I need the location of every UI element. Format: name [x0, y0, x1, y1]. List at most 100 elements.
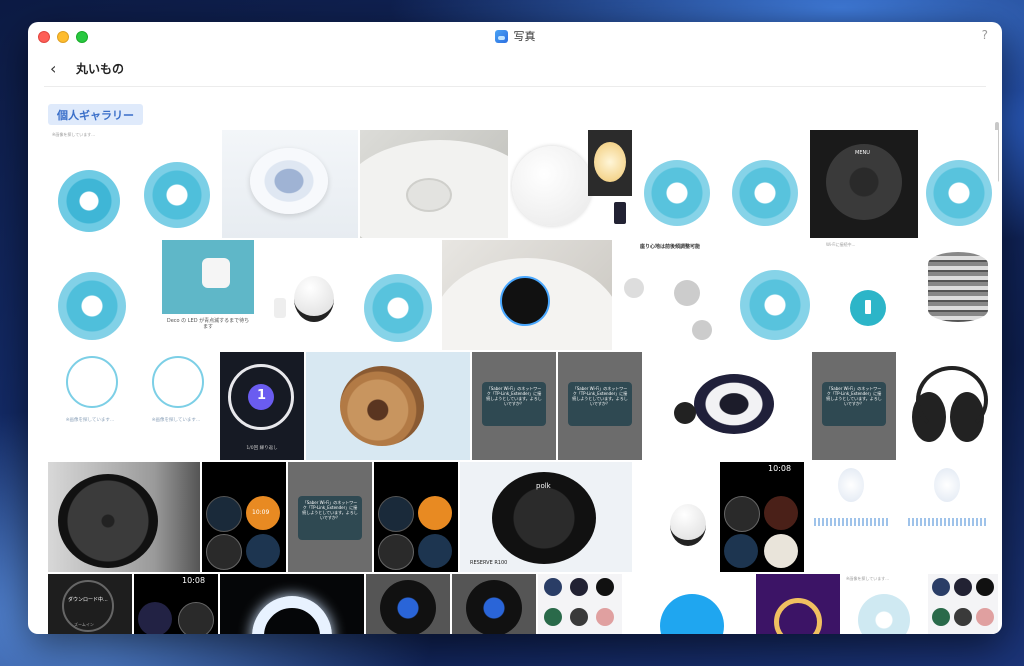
photo-tile[interactable]	[48, 240, 134, 350]
navigation-bar: ‹ 丸いもの	[44, 50, 986, 87]
photo-tile[interactable]: 1 1/0回 繰り返し	[220, 352, 304, 460]
watch-face	[544, 578, 562, 596]
photos-app-icon	[494, 29, 508, 43]
photo-tile[interactable]: ※画像を探しています...	[48, 352, 132, 460]
joystick	[674, 402, 696, 424]
deco-router	[202, 258, 230, 288]
headband	[916, 366, 988, 434]
help-button[interactable]: ?	[982, 28, 988, 42]
photo-tile[interactable]	[366, 574, 450, 634]
download-label: ダウンロード中...	[68, 597, 108, 603]
window-title-text: 写真	[513, 30, 536, 43]
photo-tile[interactable]: 「Saber Wi-Fi」のネットワーク「TP-Link_Extender」に接…	[472, 352, 556, 460]
watch-face	[724, 534, 758, 568]
photo-tile[interactable]	[256, 240, 340, 350]
deco-router	[670, 504, 706, 546]
photo-tile[interactable]	[918, 240, 998, 350]
watch-face	[206, 496, 242, 532]
photo-tile[interactable]	[928, 574, 998, 634]
phone-shape	[614, 202, 626, 224]
photo-tile[interactable]: 座り心地は前後傾調整可能	[614, 240, 726, 350]
close-window-button[interactable]	[38, 31, 50, 43]
wifi-dialog-text: 「Saber Wi-Fi」のネットワーク「TP-Link_Extender」に接…	[486, 386, 542, 406]
photo-tile[interactable]	[510, 130, 632, 238]
photo-tile[interactable]: ※画像を探しています...	[134, 352, 218, 460]
speaker-model: RESERVE R100	[470, 560, 508, 566]
ipod-menu-label: MENU	[855, 150, 870, 156]
photo-tile[interactable]	[624, 574, 754, 634]
photo-tile[interactable]: 「Saber Wi-Fi」のネットワーク「TP-Link_Extender」に接…	[558, 352, 642, 460]
minimize-window-button[interactable]	[57, 31, 69, 43]
wifi-range-circle	[926, 160, 992, 226]
watch-face	[570, 578, 588, 596]
earbud	[934, 468, 960, 502]
photo-tile[interactable]: ※画像を探しています...	[842, 574, 926, 634]
robot-vacuum	[66, 356, 118, 408]
photo-tile[interactable]: Deco の LED が青点滅するまで待ちます	[162, 240, 254, 350]
photo-tile[interactable]: 「Saber Wi-Fi」のネットワーク「TP-Link_Extender」に接…	[812, 352, 896, 460]
photo-tile[interactable]	[538, 574, 622, 634]
chevron-left-icon[interactable]: ‹	[50, 59, 70, 78]
watch-face	[724, 496, 760, 532]
dialog-box: 「Saber Wi-Fi」のネットワーク「TP-Link_Extender」に接…	[482, 382, 546, 426]
ring-light	[252, 596, 332, 634]
photo-tile[interactable]: Wi-Fiに接続中...	[822, 240, 916, 350]
wifi-range-circle	[644, 160, 710, 226]
photo-tile[interactable]	[360, 130, 508, 238]
window-controls	[38, 31, 88, 43]
photo-tile[interactable]	[134, 130, 220, 238]
watch-face	[570, 608, 588, 626]
earbud-tip	[250, 148, 328, 214]
photo-caption: ※画像を探しています...	[65, 418, 115, 423]
watch-face	[954, 578, 972, 596]
photo-tile[interactable]	[306, 352, 470, 460]
photo-tile[interactable]	[452, 574, 536, 634]
wood-slice	[340, 366, 424, 446]
zoom-window-button[interactable]	[76, 31, 88, 43]
photo-tile[interactable]	[644, 352, 810, 460]
photo-tile[interactable]	[920, 130, 998, 238]
photo-tile[interactable]	[722, 130, 808, 238]
product-box	[588, 130, 632, 196]
dialog-box: 「Saber Wi-Fi」のネットワーク「TP-Link_Extender」に接…	[298, 496, 362, 540]
photo-caption: 1/0回 繰り返し	[246, 446, 278, 451]
photo-tile[interactable]	[756, 574, 840, 634]
watch-face	[206, 534, 242, 570]
photo-tile[interactable]	[48, 462, 200, 572]
photo-caption: Deco の LED が青点滅するまで待ちます	[166, 318, 250, 330]
photo-tile[interactable]	[354, 240, 440, 350]
watch-face	[378, 534, 414, 570]
wifi-range-circle	[144, 162, 210, 228]
photo-tile[interactable]	[442, 240, 612, 350]
wifi-range-circle	[858, 594, 910, 634]
chair-wheel	[624, 278, 644, 298]
photo-tile[interactable]: ※画像を探しています...	[48, 130, 132, 238]
watch-time: 10:09	[252, 509, 270, 516]
wifi-range-circle	[732, 160, 798, 226]
deco-router	[294, 276, 334, 322]
dialog-box: 「Saber Wi-Fi」のネットワーク「TP-Link_Extender」に接…	[822, 382, 886, 426]
photo-tile[interactable]	[898, 462, 998, 572]
photo-tile[interactable]	[222, 130, 358, 238]
photo-tile[interactable]: MENU	[810, 130, 918, 238]
photo-tile[interactable]: 「Saber Wi-Fi」のネットワーク「TP-Link_Extender」に接…	[288, 462, 372, 572]
wifi-dialog-text: 「Saber Wi-Fi」のネットワーク「TP-Link_Extender」に接…	[572, 386, 628, 406]
photo-tile[interactable]: 10:08	[134, 574, 218, 634]
photo-tile[interactable]	[634, 462, 718, 572]
photo-tile[interactable]	[806, 462, 896, 572]
photo-tile[interactable]	[728, 240, 820, 350]
title-bar: 写真 ?	[28, 22, 1002, 50]
photo-tile[interactable]	[634, 130, 720, 238]
photo-tile[interactable]: 10:08	[720, 462, 804, 572]
wifi-range-circle	[58, 272, 126, 340]
photo-tile[interactable]: 10:09	[202, 462, 286, 572]
waveform	[908, 518, 988, 526]
watch-face	[138, 602, 172, 634]
wifi-dialog-text: 「Saber Wi-Fi」のネットワーク「TP-Link_Extender」に接…	[826, 386, 882, 406]
blue-circle	[660, 594, 724, 634]
photo-tile[interactable]	[898, 352, 998, 460]
photo-tile[interactable]: ダウンロード中... ズームイン	[48, 574, 132, 634]
photo-tile[interactable]	[374, 462, 458, 572]
photo-tile[interactable]	[220, 574, 364, 634]
photo-tile[interactable]: polk RESERVE R100	[460, 462, 632, 572]
